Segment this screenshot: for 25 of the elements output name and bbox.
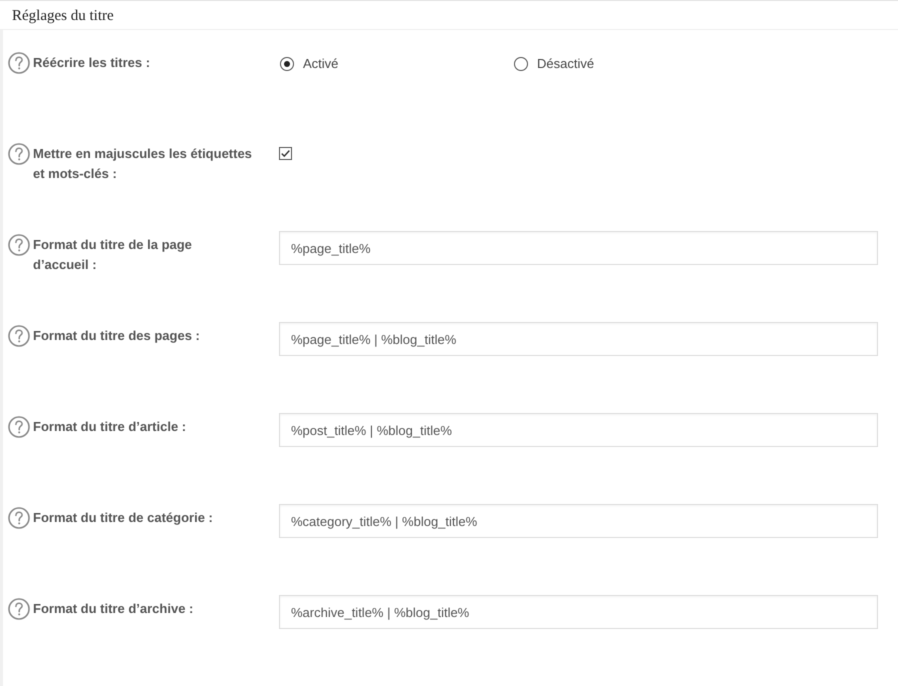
help-icon[interactable] bbox=[8, 598, 30, 620]
text-field[interactable]: %category_title% | %blog_title% bbox=[279, 504, 878, 538]
text-field[interactable]: %page_title% | %blog_title% bbox=[279, 322, 878, 356]
help-icon[interactable] bbox=[8, 507, 30, 529]
help-icon[interactable] bbox=[8, 52, 30, 74]
help-icon[interactable] bbox=[8, 234, 30, 256]
radio-button[interactable] bbox=[280, 57, 294, 71]
setting-label: Format du titre de la page d’accueil : bbox=[33, 236, 193, 274]
help-icon[interactable] bbox=[8, 143, 30, 165]
setting-label: Format du titre de catégorie : bbox=[33, 509, 214, 527]
setting-label: Format du titre des pages : bbox=[33, 327, 201, 345]
setting-label: Réécrire les titres : bbox=[33, 54, 152, 72]
help-icon[interactable] bbox=[8, 325, 30, 347]
text-field[interactable]: %page_title% bbox=[279, 231, 878, 265]
option-label[interactable]: Désactivé bbox=[537, 55, 594, 73]
radio-button[interactable] bbox=[514, 57, 528, 71]
setting-label: Mettre en majuscules les étiquettes et mots-clés : bbox=[33, 145, 253, 183]
setting-label: Format du titre d’article : bbox=[33, 418, 188, 436]
setting-label: Format du titre d’archive : bbox=[33, 600, 194, 618]
option-label[interactable]: Activé bbox=[303, 55, 338, 73]
section-title: Réglages du titre bbox=[12, 6, 114, 24]
checkbox[interactable] bbox=[279, 147, 292, 160]
text-field[interactable]: %post_title% | %blog_title% bbox=[279, 413, 878, 447]
help-icon[interactable] bbox=[8, 416, 30, 438]
text-field[interactable]: %archive_title% | %blog_title% bbox=[279, 595, 878, 629]
